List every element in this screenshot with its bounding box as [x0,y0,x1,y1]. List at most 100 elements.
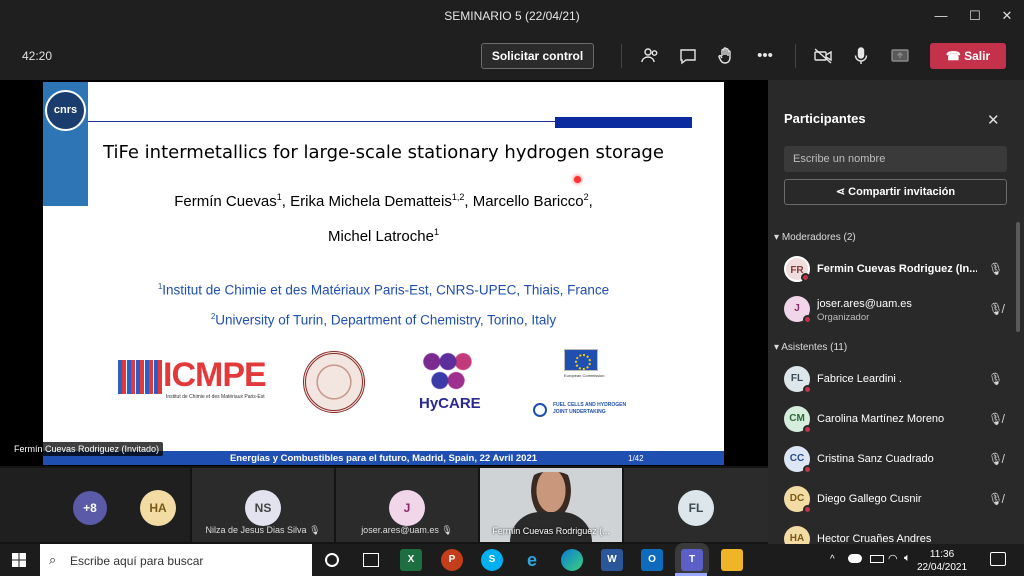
maximize-button[interactable]: ☐ [965,6,985,26]
participants-icon[interactable] [638,44,662,68]
laser-pointer [574,176,581,183]
show-hidden-icons[interactable]: ^ [830,554,835,565]
slide-rule [88,121,558,122]
slide-logos: ICMPE Institut de Chimie et des Matériau… [43,344,724,424]
university-turin-seal [303,351,365,413]
participant-row[interactable]: HA Hector Cruañes Andres [784,522,1008,544]
avatar-ha: HA [784,526,810,544]
taskbar-search-input[interactable]: ⌕ Escribe aquí para buscar [40,544,312,576]
author-sup: 1,2 [451,192,465,202]
cortana-icon[interactable] [325,553,339,567]
avatar-fr: FR [784,256,810,282]
internet-explorer-icon[interactable]: e [521,549,543,571]
slide-title: TiFe intermetallics for large-scale stat… [103,142,664,163]
avatar-ha[interactable]: HA [140,490,176,526]
status-dot [803,465,812,474]
author-latroche: Michel Latroche [328,228,434,245]
outlook-icon[interactable]: O [641,549,663,571]
battery-icon[interactable] [870,555,884,563]
skype-icon[interactable]: S [481,549,503,571]
participant-row[interactable]: DC Diego Gallego Cusnir 🎙︎̸ [784,482,1008,518]
attendees-header-text: Asistentes (11) [781,342,848,353]
microphone-icon[interactable] [849,44,873,68]
clock-date: 22/04/2021 [917,562,968,573]
participant-name: Carolina Martínez Moreno [817,413,945,425]
task-view-icon[interactable] [363,553,379,567]
cnrs-logo: cnrs [45,90,86,131]
affiliation-1: Institut de Chimie et des Matériaux Pari… [162,282,610,298]
status-dot [803,505,812,514]
close-panel-icon[interactable]: ✕ [987,111,1000,129]
close-button[interactable]: ✕ [997,6,1017,26]
onedrive-icon[interactable] [848,554,862,563]
excel-icon[interactable]: X [400,549,422,571]
hycare-text: HyCARE [419,395,481,412]
icmpe-logo: ICMPE Institut de Chimie et des Matériau… [118,354,278,404]
file-explorer-icon[interactable] [721,549,743,571]
minimize-button[interactable]: — [931,6,951,26]
teams-icon[interactable]: T [681,549,703,571]
leave-label: Salir [964,49,991,63]
edge-icon[interactable] [561,549,583,571]
more-options-icon[interactable]: ••• [753,44,777,68]
participant-tile[interactable]: FL [624,468,768,542]
fch-mark [533,403,547,417]
participant-name: Nilza de Jesus Dias Silva 🎙︎ [192,525,334,536]
video-tile[interactable]: Fermin Cuevas Rodriguez (... [480,468,622,542]
hycare-logo: HyCARE [413,349,483,419]
european-commission-logo: European Commission [558,349,618,389]
avatar-initials: DC [789,493,805,504]
toolbar-divider [795,44,796,68]
word-icon[interactable]: W [601,549,623,571]
participant-name: Fermin Cuevas Rodriguez (In... [817,263,977,275]
participant-row[interactable]: J joser.ares@uam.es Organizador 🎙︎̸ [784,292,1008,328]
status-dot [803,385,812,394]
slide-authors: Fermín Cuevas 1 , Erika Michela Dematteis1… [43,182,724,252]
video-tiles: +8 HA NS Nilza de Jesus Dias Silva 🎙︎ J … [0,466,768,544]
author-cuevas: Fermín Cuevas [174,193,277,210]
participant-name: Hector Cruañes Andres [817,533,932,544]
participant-name: joser.ares@uam.es 🎙︎ [336,525,478,536]
share-screen-icon[interactable] [888,44,912,68]
system-clock[interactable]: 11:36 22/04/2021 [917,548,967,574]
participant-row[interactable]: FL Fabrice Leardini . 🎙︎ [784,362,1008,398]
request-control-button[interactable]: Solicitar control [481,43,594,69]
panel-scrollbar[interactable] [1016,222,1020,332]
raise-hand-icon[interactable] [714,44,738,68]
more-participants-badge[interactable]: +8 [73,491,107,525]
participant-tile[interactable]: NS Nilza de Jesus Dias Silva 🎙︎ [192,468,334,542]
mic-icon: 🎙︎ [988,372,1004,386]
mic-off-icon: 🎙︎̸ [988,412,1004,426]
title-bar: SEMINARIO 5 (22/04/21) — ☐ ✕ [0,0,1024,32]
participant-search-input[interactable]: Escribe un nombre [784,146,1007,172]
participant-tile[interactable]: J joser.ares@uam.es 🎙︎ [336,468,478,542]
moderators-header[interactable]: ▾ Moderadores (2) [774,232,856,243]
avatar-initials: FL [790,373,804,384]
participant-name: Fermin Cuevas Rodriguez (... [492,526,610,536]
toolbar-divider [621,44,622,68]
avatar-ns: NS [245,490,281,526]
camera-off-icon[interactable] [811,44,835,68]
clock-time: 11:36 [929,549,955,560]
participant-row[interactable]: CM Carolina Martínez Moreno 🎙︎̸ [784,402,1008,438]
participant-row[interactable]: FR Fermin Cuevas Rodriguez (In... 🎙︎ [784,252,1008,288]
share-invite-button[interactable]: ⋖ Compartir invitación [784,179,1007,205]
mic-off-icon: 🎙︎̸ [988,452,1004,466]
panel-title: Participantes [784,111,866,126]
mic-off-icon: 🎙︎̸ [988,492,1004,506]
eu-text: European Commission [564,373,605,378]
avatar-initials: HA [789,533,805,544]
leave-button[interactable]: ☎ Salir [930,43,1006,69]
volume-icon[interactable]: 🔈︎ [904,552,911,565]
avatar-j: J [784,296,812,324]
wifi-icon[interactable]: ◠ [888,552,898,565]
notifications-icon[interactable] [990,552,1006,566]
author-dematteis: , Erika Michela Dematteis [281,193,452,210]
chat-icon[interactable] [676,44,700,68]
powerpoint-icon[interactable]: P [441,549,463,571]
participant-row[interactable]: CC Cristina Sanz Cuadrado 🎙︎̸ [784,442,1008,478]
windows-start-icon[interactable] [12,553,26,567]
attendees-header[interactable]: ▾ Asistentes (11) [774,342,847,353]
affiliation-2: University of Turin, Department of Chemi… [215,312,557,327]
mic-off-icon: 🎙︎ [309,525,321,535]
